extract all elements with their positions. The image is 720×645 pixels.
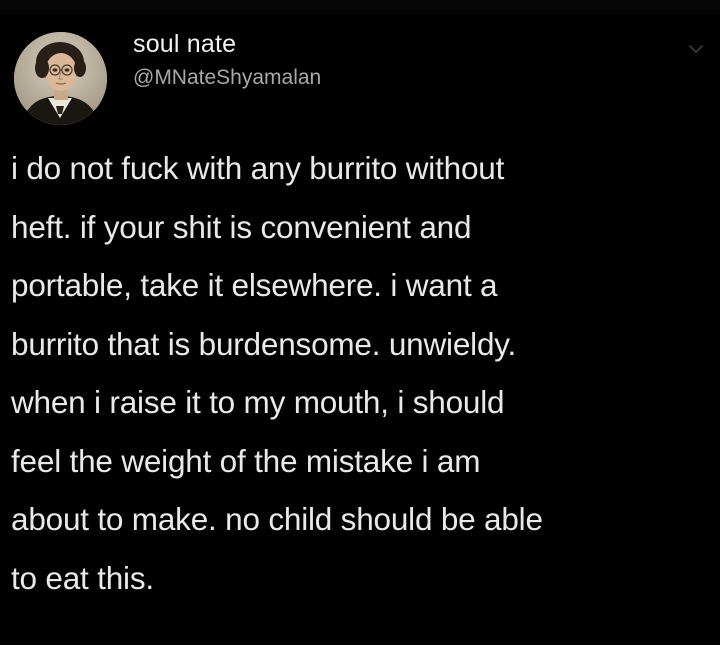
tweet-text-line: i do not fuck with any burrito without <box>11 150 505 186</box>
top-edge-bar <box>0 0 720 15</box>
display-name[interactable]: soul nate <box>133 30 236 59</box>
tweet-text-line: feel the weight of the mistake i am <box>11 442 481 479</box>
tweet-text-line: when i raise it to my mouth, i should <box>11 384 505 420</box>
portrait-icon <box>14 32 107 125</box>
tweet-text-line: about to make. no child should be able <box>11 501 543 537</box>
tweet-text-line: to eat this. <box>11 559 154 596</box>
chevron-down-icon <box>689 45 703 53</box>
tweet-menu-button[interactable] <box>684 40 708 58</box>
tweet-text-line: heft. if your shit is convenient and <box>11 208 472 245</box>
profile-avatar[interactable] <box>14 32 107 125</box>
tweet-card: soul nate @MNateShyamalan i do not fuck … <box>0 14 720 645</box>
tweet-text-line: portable, take it elsewhere. i want a <box>11 267 498 303</box>
tweet-text-line: burrito that is burdensome. unwieldy. <box>11 325 517 362</box>
user-handle[interactable]: @MNateShyamalan <box>133 66 321 90</box>
tweet-text: i do not fuck with any burrito without h… <box>11 139 711 607</box>
